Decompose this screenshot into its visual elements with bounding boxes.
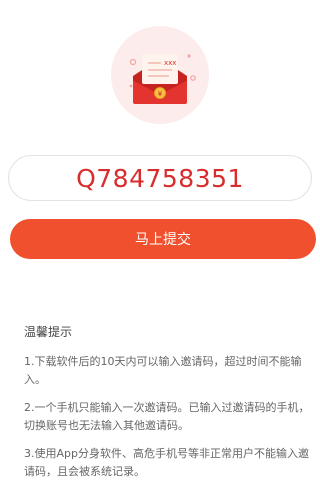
red-envelope-illustration: xxx ¥ [111,26,209,124]
tips-title: 温馨提示 [24,325,73,339]
tips-section: 温馨提示 1.下载软件后的10天内可以输入邀请码，超过时间不能输入。 2.一个手… [24,324,314,491]
envelope-text: xxx [164,59,176,67]
tip-item-1: 1.下载软件后的10天内可以输入邀请码，超过时间不能输入。 [24,355,302,386]
red-envelope-icon: xxx ¥ [111,26,209,124]
invite-code-value: Q784758351 [76,163,244,193]
tip-item-3: 3.使用App分身软件、高危手机号等非正常用户不能输入邀请码，且会被系统记录。 [24,447,309,478]
submit-button[interactable]: 马上提交 [10,219,316,259]
tip-item-2: 2.一个手机只能输入一次邀请码。已输入过邀请码的手机，切换账号也无法输入其他邀请… [24,401,310,432]
invite-code-field[interactable]: Q784758351 [8,155,312,201]
svg-text:¥: ¥ [158,90,163,98]
